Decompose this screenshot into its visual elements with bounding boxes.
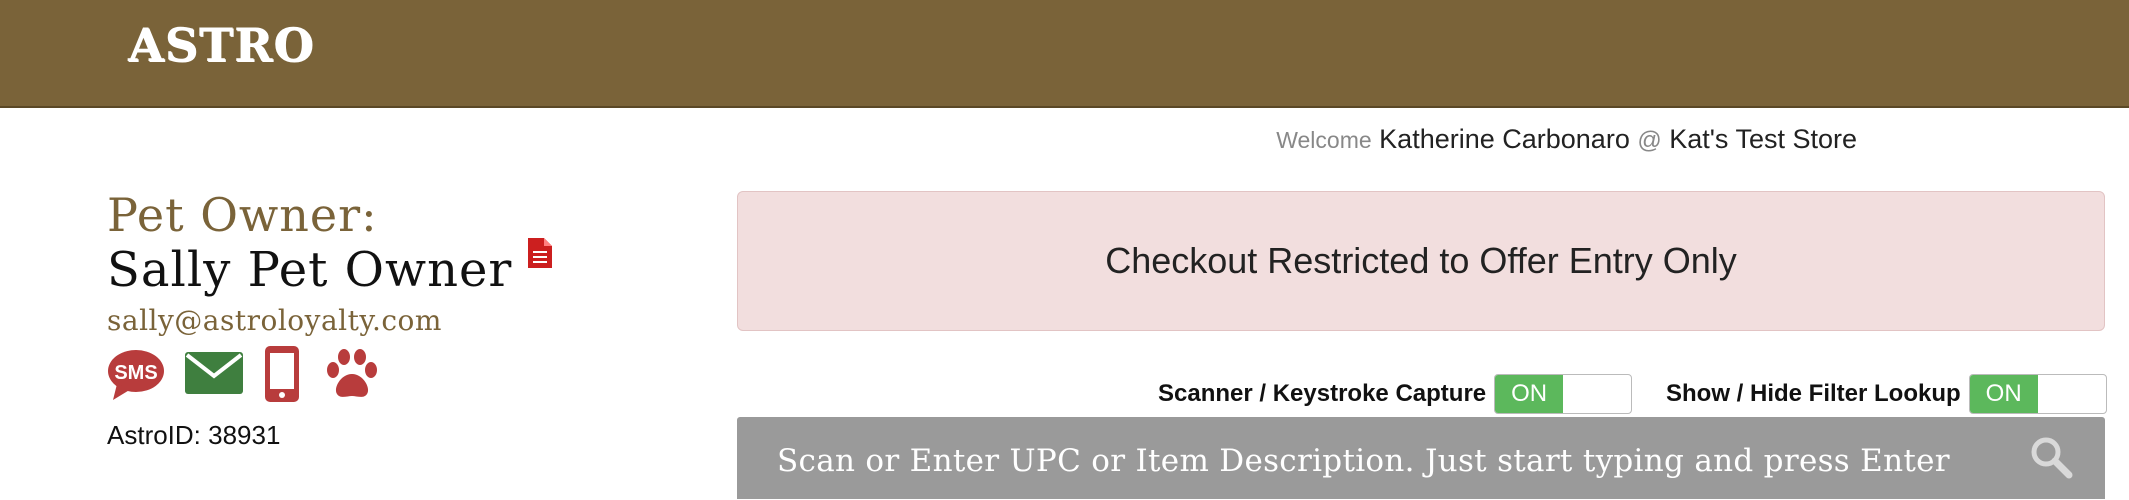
top-header-bar: ASTRO: [0, 0, 2129, 108]
welcome-message: Welcome Katherine Carbonaro @ Kat's Test…: [1276, 124, 1857, 155]
scanner-toggle-group: Scanner / Keystroke Capture ON: [1158, 373, 1633, 415]
checkout-restricted-alert: Checkout Restricted to Offer Entry Only: [737, 191, 2105, 331]
scanner-toggle-on[interactable]: ON: [1495, 375, 1564, 413]
sms-icon-label: SMS: [114, 362, 157, 384]
astro-logo[interactable]: ASTRO: [128, 22, 314, 68]
pet-owner-heading: Pet Owner:: [107, 188, 378, 242]
filter-toggle-group: Show / Hide Filter Lookup ON: [1666, 373, 2107, 415]
mobile-phone-icon[interactable]: [265, 346, 299, 402]
welcome-store-name: Kat's Test Store: [1669, 124, 1857, 154]
item-search-input[interactable]: Scan or Enter UPC or Item Description. J…: [737, 417, 2105, 499]
sms-icon[interactable]: SMS: [107, 348, 165, 402]
filter-toggle-label: Show / Hide Filter Lookup: [1666, 380, 1961, 407]
alert-message: Checkout Restricted to Offer Entry Only: [1105, 240, 1737, 281]
welcome-user-name: Katherine Carbonaro: [1379, 124, 1630, 154]
filter-toggle-on[interactable]: ON: [1969, 375, 2038, 413]
filter-toggle[interactable]: ON: [1968, 374, 2107, 414]
search-icon[interactable]: [2029, 435, 2073, 479]
astro-id: AstroID: 38931: [107, 420, 281, 450]
pet-owner-email[interactable]: sally@astroloyalty.com: [107, 304, 442, 337]
document-icon[interactable]: [528, 238, 552, 268]
welcome-at-symbol: @: [1637, 127, 1662, 154]
scanner-toggle-label: Scanner / Keystroke Capture: [1158, 380, 1487, 407]
scanner-toggle[interactable]: ON: [1494, 374, 1633, 414]
paw-icon[interactable]: [323, 348, 381, 400]
pet-owner-name: Sally Pet Owner: [107, 242, 513, 298]
search-placeholder: Scan or Enter UPC or Item Description. J…: [777, 443, 1950, 479]
email-icon[interactable]: [185, 352, 243, 394]
welcome-prefix: Welcome: [1276, 127, 1372, 153]
